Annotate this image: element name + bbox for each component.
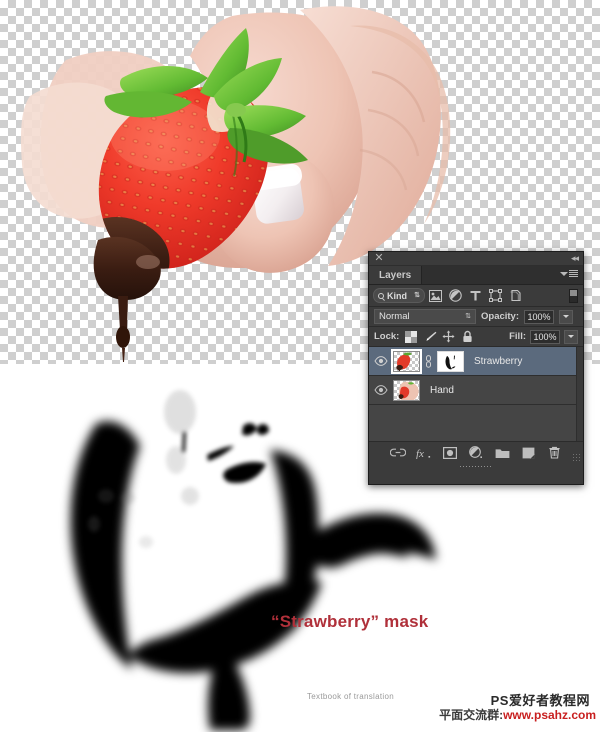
panel-menu-triangle-icon	[560, 272, 568, 276]
panel-resize-grip[interactable]	[572, 453, 580, 461]
chevron-down-icon	[568, 335, 574, 338]
search-icon	[378, 292, 384, 299]
layers-panel[interactable]: ✕ ◂◂ Layers Kind ⇅ Normal ⇅ Opacity: 100…	[368, 251, 584, 485]
watermark: PS爱好者教程网 平面交流群:www.psahz.com	[406, 690, 596, 730]
tab-layers[interactable]: Layers	[369, 266, 423, 284]
link-layers-icon[interactable]	[390, 445, 406, 461]
lock-image-pixels-icon[interactable]	[422, 329, 437, 344]
layer-name-strawberry: Strawberry	[474, 355, 523, 367]
lock-position-icon[interactable]	[441, 329, 456, 344]
stepper-icon: ⇅	[465, 313, 471, 320]
tab-layers-label: Layers	[379, 269, 412, 281]
delete-layer-icon[interactable]	[546, 445, 562, 461]
layer-name-hand: Hand	[430, 384, 454, 396]
lock-label: Lock:	[374, 331, 400, 342]
fill-input[interactable]: 100%	[530, 329, 560, 344]
blend-mode-value: Normal	[379, 311, 410, 322]
new-group-icon[interactable]	[494, 445, 510, 461]
layer-visibility-icon[interactable]	[373, 382, 389, 398]
filter-type-layers-icon[interactable]	[465, 287, 485, 305]
collapse-panel-icon[interactable]: ◂◂	[571, 254, 579, 263]
add-layer-mask-icon[interactable]	[442, 445, 458, 461]
watermark-url: www.psahz.com	[503, 708, 596, 722]
fill-label: Fill:	[509, 331, 526, 342]
opacity-value: 100%	[527, 311, 551, 322]
stepper-icon: ⇅	[414, 292, 420, 299]
panel-menu-bars-icon	[569, 270, 578, 277]
fill-value: 100%	[533, 331, 557, 342]
new-layer-icon[interactable]	[520, 445, 536, 461]
filter-kind-select[interactable]: Kind ⇅	[373, 288, 425, 303]
filter-smart-objects-icon[interactable]	[505, 287, 525, 305]
blend-mode-select[interactable]: Normal ⇅	[374, 309, 476, 324]
watermark-line-2: 平面交流群:www.psahz.com	[439, 706, 596, 723]
lock-transparent-pixels-icon[interactable]	[403, 329, 418, 344]
filter-toggle-switch[interactable]	[569, 289, 578, 303]
panel-tab-row: Layers	[369, 266, 583, 285]
layer-mask-thumbnail-strawberry[interactable]	[437, 350, 464, 372]
layer-row-hand[interactable]: Hand	[369, 376, 583, 405]
layer-visibility-icon[interactable]	[373, 353, 389, 369]
footer-note: Textbook of translation	[307, 692, 394, 701]
panel-footer-grip[interactable]	[369, 463, 583, 470]
filter-pixel-layers-icon[interactable]	[425, 287, 445, 305]
layer-row-strawberry[interactable]: Strawberry	[369, 347, 583, 376]
lock-row: Lock: Fill: 100%	[369, 327, 583, 347]
mask-caption: “Strawberry” mask	[271, 612, 429, 631]
layers-scrollbar[interactable]	[576, 347, 583, 441]
new-adjustment-layer-icon[interactable]	[468, 445, 484, 461]
fill-dropdown-button[interactable]	[564, 329, 578, 344]
layer-thumbnail-hand[interactable]	[393, 379, 420, 401]
layer-thumbnail-strawberry[interactable]	[391, 348, 422, 374]
layer-style-fx-icon[interactable]: fx	[416, 445, 432, 461]
opacity-input[interactable]: 100%	[524, 309, 555, 324]
filter-kind-label: Kind	[387, 290, 407, 301]
filter-shape-layers-icon[interactable]	[485, 287, 505, 305]
blend-mode-row: Normal ⇅ Opacity: 100%	[369, 307, 583, 327]
chevron-down-icon	[563, 315, 570, 318]
svg-text:fx: fx	[416, 448, 424, 459]
panel-footer-dots	[459, 465, 493, 468]
layers-list[interactable]: Strawberry Hand	[369, 347, 583, 441]
layers-bottom-toolbar: fx	[369, 441, 583, 463]
layer-mask-link-icon[interactable]	[424, 354, 433, 368]
opacity-label: Opacity:	[481, 311, 520, 322]
layer-filter-row: Kind ⇅	[369, 285, 583, 307]
filter-adjustment-layers-icon[interactable]	[445, 287, 465, 305]
close-icon[interactable]: ✕	[374, 253, 384, 264]
screenshot-root: “Strawberry” mask Textbook of translatio…	[0, 0, 600, 732]
lock-all-icon[interactable]	[460, 329, 475, 344]
opacity-dropdown-button[interactable]	[559, 309, 574, 324]
watermark-group-label: 平面交流群:	[439, 708, 504, 722]
panel-menu-icon[interactable]	[560, 270, 578, 277]
panel-titlebar: ✕ ◂◂	[369, 252, 583, 266]
